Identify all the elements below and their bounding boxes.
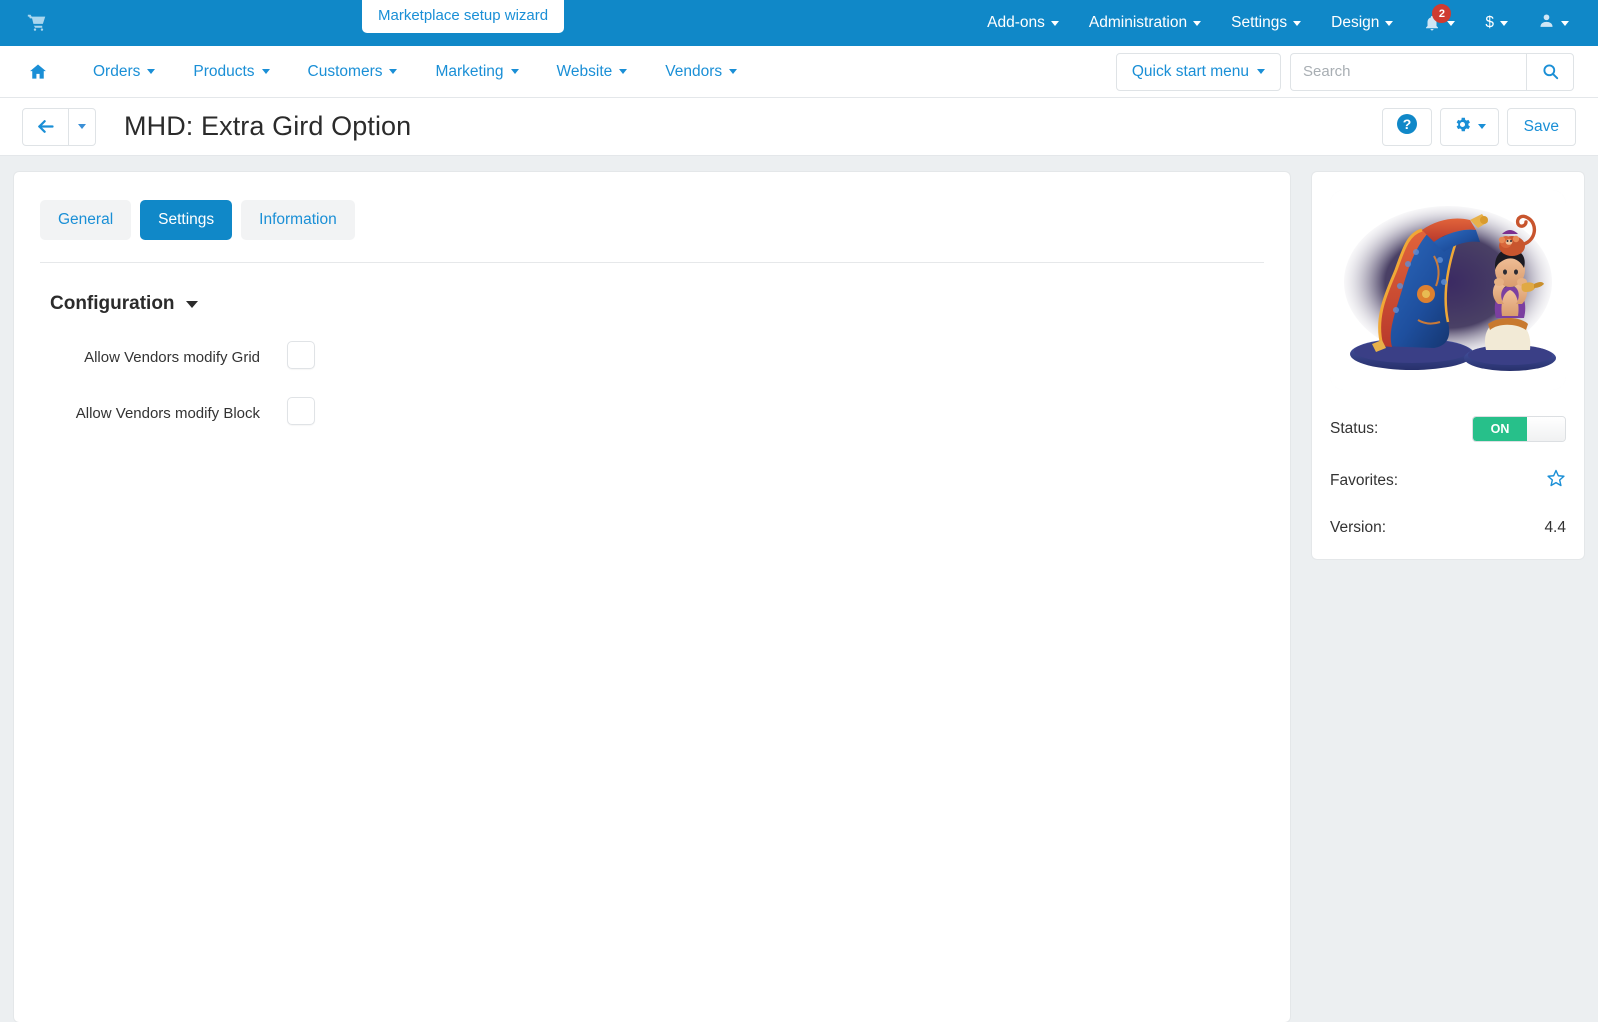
menu-administration[interactable]: Administration — [1074, 0, 1216, 46]
chevron-down-icon — [1050, 20, 1059, 26]
menu-design-label: Design — [1331, 14, 1380, 31]
nav-vendors[interactable]: Vendors — [646, 63, 756, 81]
chevron-down-icon — [1561, 20, 1569, 26]
menu-settings[interactable]: Settings — [1216, 0, 1316, 46]
bell-icon: 2 — [1423, 4, 1452, 32]
dollar-icon: $ — [1485, 14, 1494, 31]
home-icon[interactable] — [28, 62, 48, 82]
menu-addons[interactable]: Add-ons — [972, 0, 1074, 46]
version-value: 4.4 — [1544, 519, 1566, 536]
status-toggle-on-label: ON — [1473, 417, 1527, 441]
section-title: Configuration — [50, 293, 175, 314]
nav-right-group: Quick start menu — [1115, 52, 1574, 91]
back-dropdown-button[interactable] — [69, 107, 96, 146]
status-label: Status: — [1330, 420, 1379, 437]
chevron-down-icon — [1385, 20, 1394, 26]
nav-vendors-label: Vendors — [665, 62, 723, 80]
version-row: Version: 4.4 — [1330, 519, 1566, 537]
back-button[interactable] — [22, 107, 69, 146]
marketplace-setup-wizard-button[interactable]: Marketplace setup wizard — [362, 0, 565, 33]
status-row: Status: ON — [1330, 416, 1566, 442]
nav-products-label: Products — [193, 62, 255, 80]
main-nav-links: Orders Products Customers Marketing Webs… — [74, 63, 756, 81]
question-circle-icon: ? — [1395, 112, 1419, 141]
chevron-down-icon — [1447, 20, 1456, 26]
status-toggle-knob — [1527, 417, 1565, 441]
main-navigation: Orders Products Customers Marketing Webs… — [0, 46, 1598, 98]
menu-design[interactable]: Design — [1316, 0, 1408, 46]
page-title: MHD: Extra Gird Option — [124, 111, 412, 141]
notifications-menu[interactable]: 2 — [1408, 0, 1470, 46]
nav-orders[interactable]: Orders — [74, 63, 174, 81]
save-button[interactable]: Save — [1506, 107, 1576, 146]
menu-administration-label: Administration — [1088, 14, 1188, 31]
nav-customers-label: Customers — [307, 62, 383, 80]
quick-start-menu-button[interactable]: Quick start menu — [1115, 52, 1281, 91]
menu-addons-label: Add-ons — [987, 14, 1045, 31]
top-bar: Marketplace setup wizard Add-ons Adminis… — [0, 0, 1598, 46]
chevron-down-icon — [1500, 20, 1508, 26]
nav-marketing-label: Marketing — [435, 62, 504, 80]
nav-website-label: Website — [556, 62, 613, 80]
configuration-section-header[interactable]: Configuration — [50, 293, 1264, 315]
quick-start-menu-label: Quick start menu — [1131, 62, 1249, 80]
currency-menu[interactable]: $ — [1470, 0, 1523, 46]
favorites-row: Favorites: — [1330, 468, 1566, 493]
page-body: General Settings Information Configurati… — [0, 156, 1598, 1022]
addon-info-card: Status: ON Favorites: Version: 4.4 — [1312, 172, 1584, 559]
chevron-down-icon[interactable] — [185, 300, 198, 308]
favorites-label: Favorites: — [1330, 471, 1399, 489]
search-group — [1290, 52, 1574, 91]
account-menu[interactable] — [1523, 0, 1584, 46]
checkbox-allow-vendors-modify-grid[interactable] — [287, 341, 315, 369]
chevron-down-icon — [147, 69, 156, 74]
checkbox-allow-vendors-modify-block[interactable] — [287, 397, 315, 425]
label-allow-vendors-modify-block: Allow Vendors modify Block — [75, 405, 260, 422]
nav-website[interactable]: Website — [538, 63, 647, 81]
chevron-down-icon — [389, 69, 398, 74]
main-content-card: General Settings Information Configurati… — [14, 172, 1290, 1022]
nav-orders-label: Orders — [93, 62, 141, 80]
title-bar: MHD: Extra Gird Option ? Save — [0, 98, 1598, 156]
chevron-down-icon — [1477, 124, 1486, 129]
chevron-down-icon — [729, 69, 738, 74]
form-row-allow-vendors-modify-grid: Allow Vendors modify Grid — [40, 341, 1264, 371]
top-right-nav: Add-ons Administration Settings Design 2 — [972, 0, 1584, 46]
help-button[interactable]: ? — [1381, 107, 1432, 146]
chevron-down-icon — [1257, 69, 1265, 74]
aladdin-figurine-image — [1330, 190, 1566, 390]
form-row-allow-vendors-modify-block: Allow Vendors modify Block — [40, 397, 1264, 427]
settings-dropdown-button[interactable] — [1439, 107, 1499, 146]
chevron-down-icon — [78, 124, 86, 129]
nav-products[interactable]: Products — [174, 63, 288, 81]
tab-general[interactable]: General — [40, 200, 132, 240]
title-actions: ? Save — [1381, 107, 1576, 146]
chevron-down-icon — [1293, 20, 1302, 26]
tab-settings[interactable]: Settings — [140, 200, 233, 240]
tab-divider — [40, 262, 1264, 263]
search-button[interactable] — [1526, 52, 1574, 91]
nav-marketing[interactable]: Marketing — [416, 63, 537, 81]
label-allow-vendors-modify-grid: Allow Vendors modify Grid — [84, 349, 260, 366]
chevron-down-icon — [1193, 20, 1202, 26]
tab-bar: General Settings Information — [40, 200, 1264, 240]
back-button-group — [22, 107, 96, 146]
chevron-down-icon — [510, 69, 519, 74]
svg-text:?: ? — [1402, 116, 1411, 132]
shopping-cart-icon[interactable] — [26, 12, 48, 34]
menu-settings-label: Settings — [1231, 14, 1288, 31]
star-icon[interactable] — [1546, 468, 1566, 493]
chevron-down-icon — [619, 69, 628, 74]
tab-information[interactable]: Information — [241, 200, 355, 240]
status-toggle[interactable]: ON — [1472, 416, 1566, 442]
gear-icon — [1453, 115, 1472, 139]
user-icon — [1538, 12, 1555, 34]
search-input[interactable] — [1290, 52, 1526, 91]
chevron-down-icon — [261, 69, 270, 74]
nav-customers[interactable]: Customers — [289, 63, 417, 81]
version-label: Version: — [1330, 519, 1387, 536]
